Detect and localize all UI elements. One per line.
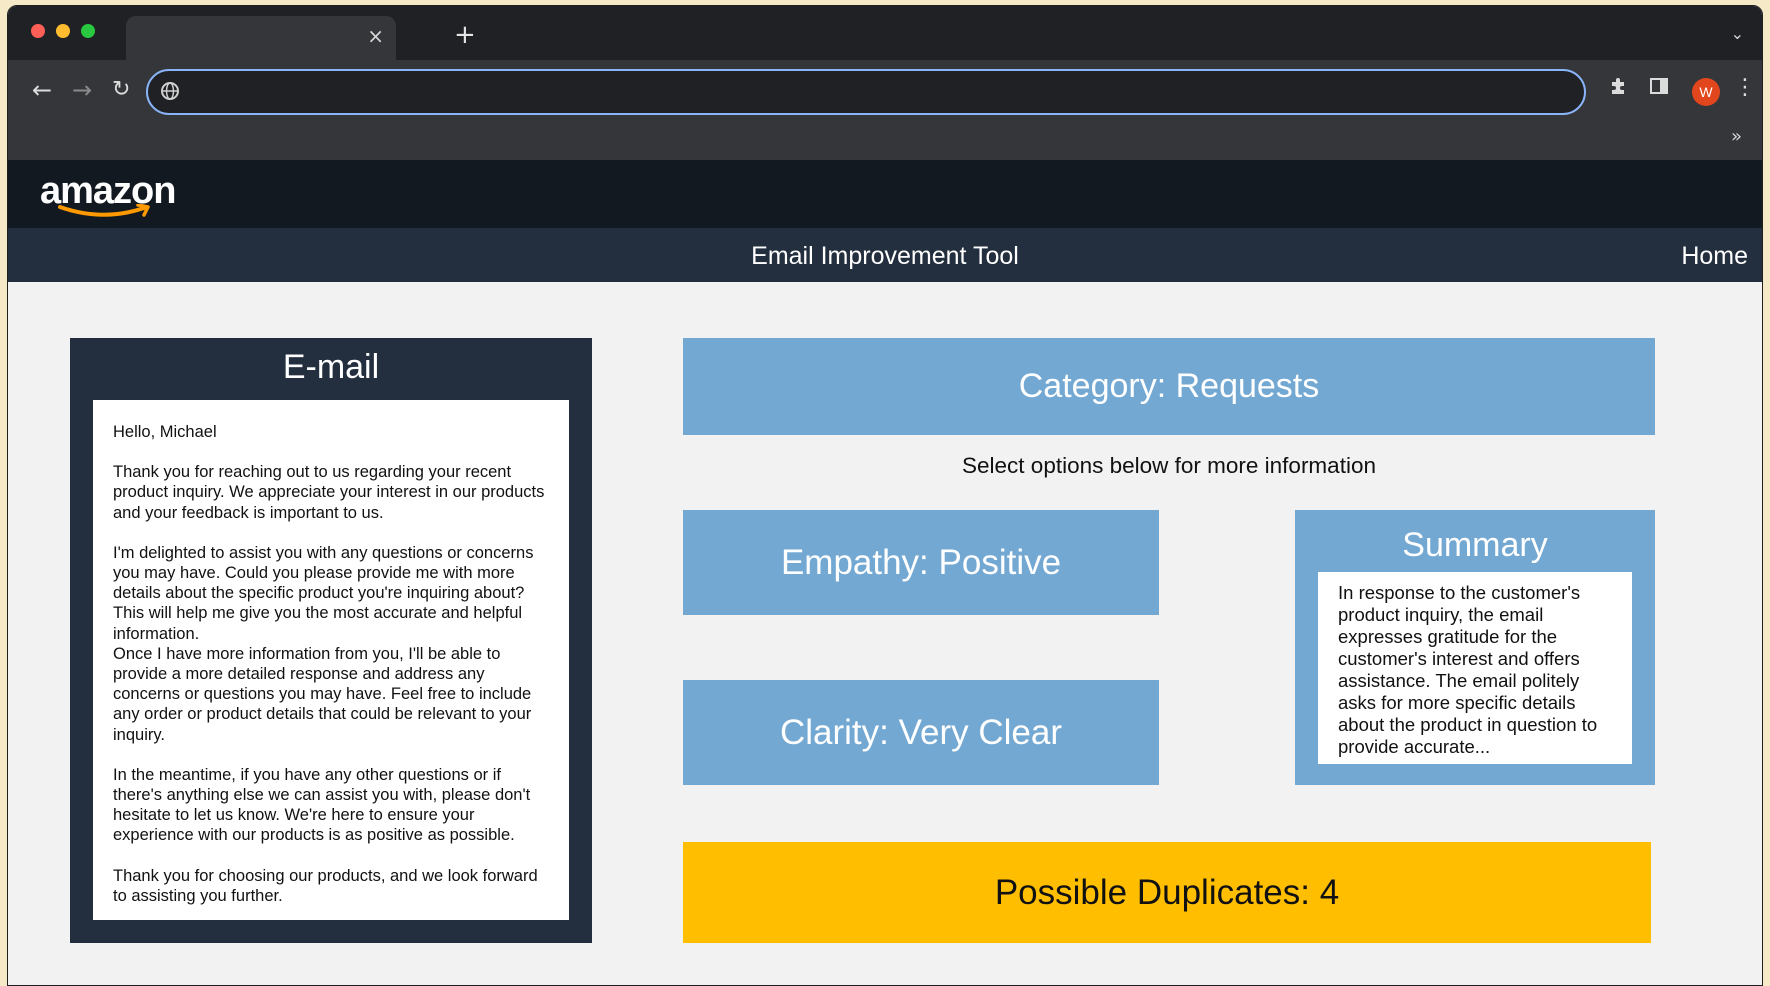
email-paragraph: Thank you for choosing our products, and… <box>113 866 538 905</box>
new-tab-button[interactable]: + <box>454 22 476 48</box>
email-paragraph: In the meantime, if you have any other q… <box>113 765 531 845</box>
bookmarks-overflow-icon[interactable]: » <box>1731 126 1742 147</box>
side-panel-icon[interactable] <box>1649 76 1669 102</box>
logo-smile-icon <box>58 204 150 217</box>
possible-duplicates-button[interactable]: Possible Duplicates: 4 <box>683 842 1651 943</box>
puzzle-icon[interactable] <box>1609 76 1629 102</box>
tab-search-icon[interactable]: ⌄ <box>1731 24 1744 43</box>
close-tab-icon[interactable]: × <box>367 26 384 46</box>
browser-window: × + ⌄ ← → ↻ W ⋮ » amazon Email Improveme… <box>7 5 1763 986</box>
brand-bar: amazon <box>8 160 1762 228</box>
close-window-button[interactable] <box>31 24 45 38</box>
side-panel-icon-svg <box>1650 78 1668 94</box>
address-input[interactable] <box>192 77 1572 107</box>
web-page: amazon Email Improvement Tool Home E-mai… <box>8 160 1762 985</box>
instructions-text: Select options below for more informatio… <box>962 453 1376 478</box>
kebab-menu-icon[interactable]: ⋮ <box>1734 76 1756 100</box>
summary-text: In response to the customer's product in… <box>1318 572 1632 764</box>
home-link[interactable]: Home <box>1681 242 1748 271</box>
email-paragraph: Hello, Michael <box>113 423 217 441</box>
tab-strip: × + ⌄ <box>8 6 1762 60</box>
minimize-window-button[interactable] <box>56 24 70 38</box>
back-icon[interactable]: ← <box>32 78 52 102</box>
email-panel: E-mail Hello, Michael Thank you for reac… <box>70 338 592 943</box>
clarity-button[interactable]: Clarity: Very Clear <box>683 680 1159 785</box>
email-heading: E-mail <box>282 348 380 386</box>
page-title: Email Improvement Tool <box>751 242 1019 270</box>
reload-icon[interactable]: ↻ <box>112 78 130 102</box>
email-paragraph: Thank you for reaching out to us regardi… <box>113 463 545 522</box>
globe-icon[interactable] <box>160 81 180 104</box>
category-card: Category: Requests <box>683 338 1655 435</box>
email-paragraph: I'm delighted to assist you with any que… <box>113 543 534 643</box>
summary-heading: Summary <box>1402 526 1548 564</box>
maximize-window-button[interactable] <box>81 24 95 38</box>
email-body: Hello, Michael Thank you for reaching ou… <box>93 400 569 920</box>
address-bar[interactable] <box>146 69 1586 115</box>
email-paragraph: Once I have more information from you, I… <box>113 644 532 744</box>
globe-icon-svg <box>161 82 179 100</box>
tab-active[interactable]: × <box>126 16 396 60</box>
empathy-button[interactable]: Empathy: Positive <box>683 510 1159 615</box>
browser-toolbar: ← → ↻ W ⋮ » <box>8 60 1762 160</box>
forward-icon[interactable]: → <box>72 78 92 102</box>
app-nav-bar: Email Improvement Tool Home <box>8 228 1762 282</box>
profile-avatar[interactable]: W <box>1692 78 1720 106</box>
amazon-logo[interactable]: amazon <box>40 168 180 220</box>
summary-card[interactable]: Summary In response to the customer's pr… <box>1295 510 1655 785</box>
puzzle-icon-svg <box>1612 78 1624 94</box>
